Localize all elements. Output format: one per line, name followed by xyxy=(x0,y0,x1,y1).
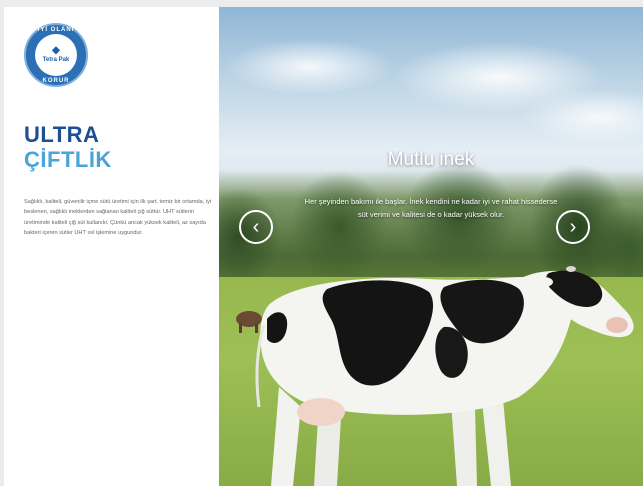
tetra-pak-icon: ◆ xyxy=(52,45,60,56)
logo-inner-badge: ◆ Tetra Pak xyxy=(35,34,77,76)
logo-ring-bottom-text: KORUR xyxy=(42,78,70,84)
description-text: Sağlıklı, kaliteli, güvenilir içme sütü … xyxy=(24,199,212,237)
page-title-line2: ÇİFTLİK xyxy=(24,147,112,172)
page-frame: İYİ OLANI ◆ Tetra Pak KORUR ULTRA ÇİFTLİ… xyxy=(4,7,643,486)
cow-image xyxy=(236,266,634,486)
hero-slider: Mutlu inek Her şeyinden bakımı ile başla… xyxy=(219,7,643,486)
slide-title: Mutlu inek xyxy=(387,149,475,170)
distant-cow-shape xyxy=(236,311,262,333)
chevron-left-icon: ‹ xyxy=(252,216,260,238)
holstein-cow-shape xyxy=(255,266,634,486)
tetra-pak-logo[interactable]: İYİ OLANI ◆ Tetra Pak KORUR xyxy=(24,23,88,87)
logo-brand-text: Tetra Pak xyxy=(42,57,70,63)
chevron-right-icon: › xyxy=(569,216,577,238)
next-slide-button[interactable]: › xyxy=(556,210,590,244)
logo-ring-top-text: İYİ OLANI xyxy=(37,27,75,33)
slide-text: Her şeyinden bakımı ile başlar. İnek ken… xyxy=(304,197,558,219)
left-panel: İYİ OLANI ◆ Tetra Pak KORUR ULTRA ÇİFTLİ… xyxy=(4,7,219,486)
prev-slide-button[interactable]: ‹ xyxy=(239,210,273,244)
page-title-line1: ULTRA xyxy=(24,122,100,147)
